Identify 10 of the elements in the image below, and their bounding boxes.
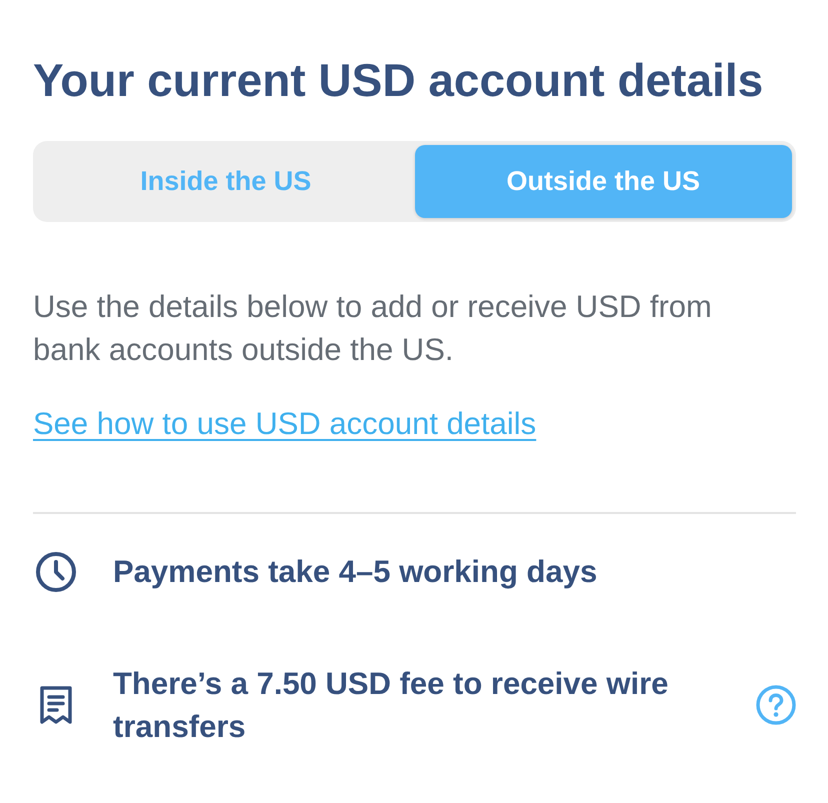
help-icon[interactable] bbox=[756, 685, 796, 725]
description-text: Use the details below to add or receive USD from bank accounts outside the US. bbox=[33, 288, 713, 369]
receipt-icon bbox=[40, 686, 72, 724]
page-title: Your current USD account details bbox=[33, 54, 764, 106]
help-link[interactable]: See how to use USD account details bbox=[33, 406, 536, 441]
tab[interactable]: Inside the US bbox=[37, 145, 414, 218]
info-text: Payments take 4–5 working days bbox=[113, 553, 598, 591]
tab[interactable]: Outside the US bbox=[414, 145, 792, 218]
clock-icon bbox=[36, 552, 76, 592]
info-text: There’s a 7.50 USD fee to receive wire transfers bbox=[113, 665, 670, 746]
